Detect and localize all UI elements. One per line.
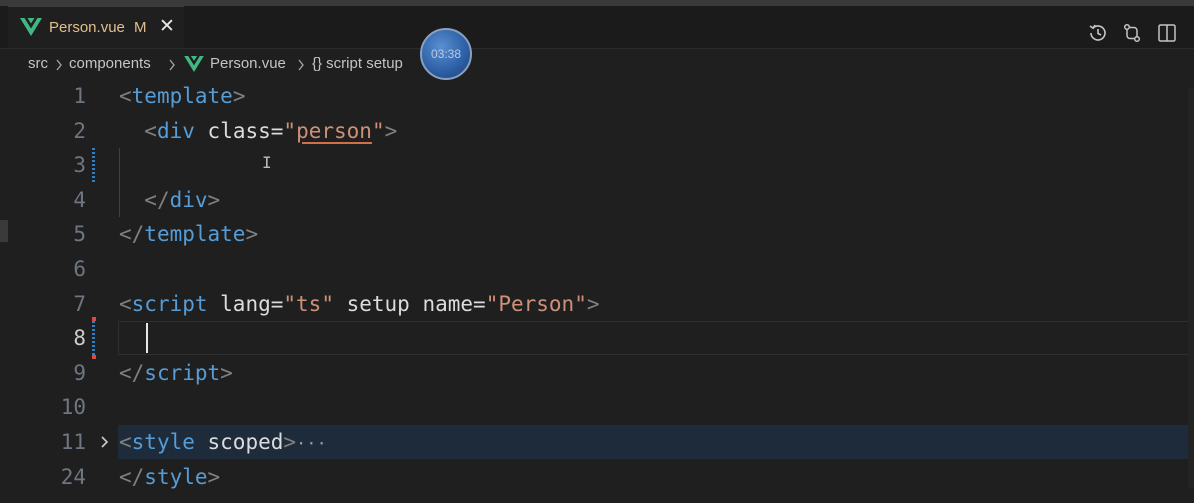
close-tab-icon[interactable]: ✕: [157, 15, 177, 37]
code-text: <template>: [119, 84, 246, 108]
code-line[interactable]: 3: [0, 148, 1194, 183]
chevron-right-icon: [298, 59, 304, 71]
code-line[interactable]: 24 </style>: [0, 460, 1194, 495]
vertical-scrollbar[interactable]: [1188, 88, 1194, 488]
activity-bar-edge: [0, 220, 8, 242]
code-line-folded[interactable]: 11 <style scoped>···: [0, 425, 1194, 460]
breadcrumb-item-script-setup[interactable]: {} script setup: [312, 55, 403, 72]
code-text: <script lang="ts" setup name="Person">: [119, 291, 600, 316]
code-line-current[interactable]: 8: [0, 321, 1194, 356]
breadcrumb: src components Person.vue {} script setu…: [0, 49, 1194, 79]
folded-ellipsis: ···: [296, 434, 327, 454]
code-text: </style>: [119, 464, 221, 489]
breadcrumb-item-src[interactable]: src: [28, 55, 48, 72]
code-line[interactable]: 10: [0, 390, 1194, 425]
recording-timer-badge: 03:38: [420, 28, 472, 80]
code-line[interactable]: 2 <div class="person">: [0, 114, 1194, 149]
code-text: </template>: [119, 222, 259, 247]
line-number: 2: [73, 118, 86, 143]
line-number: 11: [60, 430, 86, 454]
line-number: 7: [73, 291, 86, 316]
chevron-right-icon: [56, 59, 62, 71]
fold-chevron-right-icon[interactable]: [98, 435, 112, 449]
code-text: <div class="person">: [144, 118, 398, 143]
breadcrumb-item-components[interactable]: components: [69, 55, 151, 72]
line-number: 9: [73, 360, 86, 385]
line-number: 3: [73, 153, 86, 178]
tab-filename: Person.vue: [49, 19, 125, 36]
code-line[interactable]: 5 </template>: [0, 217, 1194, 252]
code-line[interactable]: 6: [0, 252, 1194, 287]
source-control-compare-icon[interactable]: [1121, 22, 1143, 44]
history-icon[interactable]: [1087, 22, 1109, 44]
line-number: 24: [60, 464, 86, 489]
chevron-right-icon: [169, 59, 175, 71]
line-number: 1: [73, 84, 86, 108]
code-line[interactable]: 1 <template>: [0, 79, 1194, 114]
code-line[interactable]: 4 </div>: [0, 183, 1194, 218]
line-number: 10: [60, 395, 86, 420]
modified-badge: M: [134, 19, 147, 36]
vue-file-icon: [184, 56, 204, 72]
code-text: </div>: [144, 187, 221, 212]
code-editor[interactable]: I 1 <template> 2 <div class="person"> 3 …: [0, 79, 1194, 503]
editor-tab-bar: Person.vue M ✕: [0, 6, 1194, 49]
line-number: 6: [73, 257, 86, 281]
line-number: 5: [73, 222, 86, 247]
tab-person-vue[interactable]: Person.vue M ✕: [8, 6, 184, 48]
breadcrumb-item-file[interactable]: Person.vue: [210, 55, 286, 72]
code-line[interactable]: 9 </script>: [0, 356, 1194, 391]
code-text: </script>: [119, 360, 233, 385]
code-line[interactable]: 7 <script lang="ts" setup name="Person">: [0, 287, 1194, 322]
split-editor-icon[interactable]: [1156, 22, 1178, 44]
code-text: <style scoped>···: [119, 430, 327, 454]
line-number: 8: [73, 326, 86, 351]
vue-file-icon: [20, 18, 42, 36]
line-number: 4: [73, 187, 86, 212]
